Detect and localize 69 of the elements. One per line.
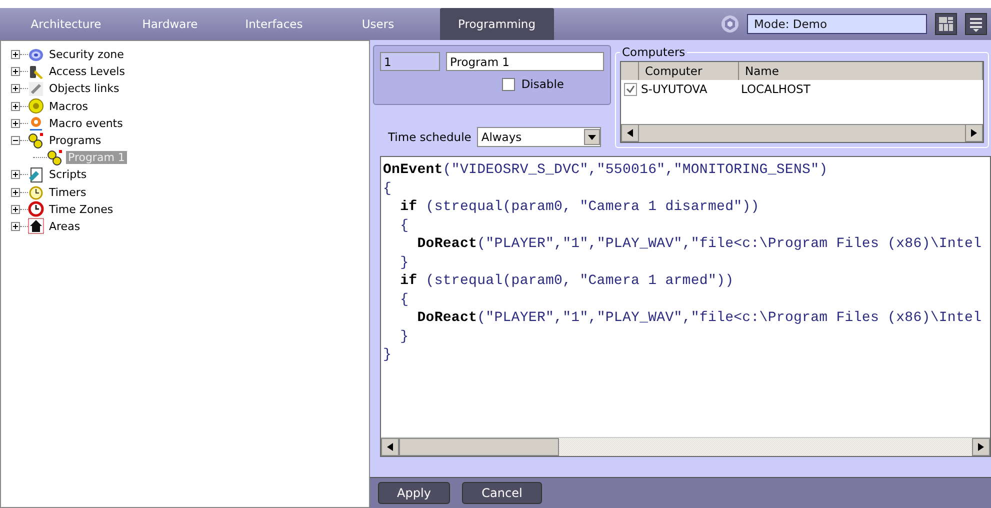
- code-line: if (strequal(param0, "Camera 1 armed")): [399, 272, 735, 290]
- code-line: DoReact("PLAYER","1","PLAY_WAV","file<c:\Program Files (x86)\Intel: [416, 235, 983, 254]
- code-line: }: [399, 328, 410, 346]
- target-icon: [28, 46, 44, 63]
- layout-button[interactable]: [935, 13, 957, 35]
- scrollbar[interactable]: [381, 437, 990, 456]
- id-field[interactable]: 1: [380, 52, 440, 71]
- gear-icon: [28, 98, 44, 114]
- gears-icon: [28, 132, 44, 149]
- grid-icon: [938, 16, 954, 32]
- tree-item[interactable]: Timers: [47, 186, 88, 199]
- clock-icon: [28, 201, 44, 218]
- expander-icon[interactable]: [11, 170, 20, 180]
- schedule-dropdown[interactable]: Always: [477, 127, 602, 147]
- gear-icon: [28, 115, 44, 132]
- group-title: Computers: [621, 45, 686, 59]
- left-arrow-icon[interactable]: [387, 443, 393, 452]
- tree-item[interactable]: Access Levels: [47, 65, 127, 78]
- code-line: {: [383, 180, 393, 198]
- left-arrow-icon[interactable]: [627, 129, 633, 137]
- tree-item[interactable]: Programs: [47, 134, 104, 148]
- gears-icon: [47, 150, 63, 166]
- tree-item[interactable]: Areas: [47, 220, 82, 233]
- code-line: if (strequal(param0, "Camera 1 disarmed")): [399, 198, 760, 216]
- tree-item[interactable]: Objects links: [47, 82, 122, 96]
- expander-icon[interactable]: [11, 50, 20, 60]
- tree-item[interactable]: Security zone: [47, 48, 126, 62]
- code-line: }: [399, 254, 410, 272]
- expander-icon[interactable]: [11, 136, 20, 146]
- code-editor[interactable]: [380, 156, 991, 458]
- dropdown-arrow-icon[interactable]: [588, 134, 596, 140]
- tree-item[interactable]: Macros: [47, 100, 90, 113]
- expander-icon[interactable]: [11, 204, 20, 214]
- code-line: {: [399, 290, 410, 309]
- table-cell-text: S-UYUTOVA: [640, 82, 708, 96]
- tree-item[interactable]: Macro events: [47, 116, 125, 130]
- menu-button[interactable]: [965, 13, 987, 35]
- column-header[interactable]: Name: [739, 62, 983, 80]
- checkbox-label: Disable: [521, 77, 564, 91]
- table-cell-text: LOCALHOST: [740, 82, 812, 96]
- expander-icon[interactable]: [11, 84, 20, 94]
- expander-icon[interactable]: [11, 102, 20, 111]
- mode-field[interactable]: Mode: Demo: [747, 14, 927, 34]
- key-icon: [28, 64, 44, 80]
- checkbox[interactable]: [624, 82, 636, 96]
- expander-icon[interactable]: [11, 118, 20, 128]
- expander-icon[interactable]: [11, 188, 20, 197]
- action-button[interactable]: Apply: [378, 482, 450, 504]
- tree-item[interactable]: Time Zones: [47, 202, 116, 216]
- header-cell: [621, 62, 639, 80]
- code-line: {: [399, 216, 410, 235]
- code-line: OnEvent("VIDEOSRV_S_DVC","550016","MONITORING_SENS"): [383, 161, 829, 180]
- menu-icon: [968, 16, 984, 32]
- scrollbar[interactable]: [621, 124, 983, 142]
- house-icon: [28, 218, 44, 234]
- column-header[interactable]: Computer: [639, 62, 739, 80]
- checkbox[interactable]: [502, 78, 516, 90]
- right-arrow-icon[interactable]: [971, 129, 977, 137]
- right-arrow-icon[interactable]: [978, 443, 984, 452]
- tab[interactable]: Programming: [440, 8, 554, 40]
- field-label: Time schedule: [388, 130, 472, 144]
- action-button[interactable]: Cancel: [462, 482, 542, 504]
- tree-item[interactable]: Scripts: [47, 168, 89, 182]
- code-line: }: [383, 346, 393, 364]
- expander-icon[interactable]: [11, 222, 20, 231]
- code-line: DoReact("PLAYER","1","PLAY_WAV","file<c:\Program Files (x86)\Intel: [416, 309, 983, 328]
- expander-icon[interactable]: [11, 67, 20, 76]
- name-field[interactable]: Program 1: [446, 52, 604, 71]
- stopwatch-icon: [28, 184, 44, 200]
